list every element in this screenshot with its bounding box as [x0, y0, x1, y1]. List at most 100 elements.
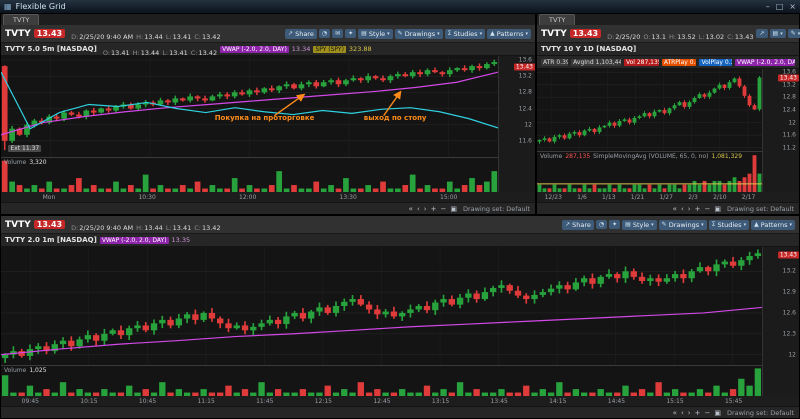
drawing-set-label[interactable]: Drawing set: Default [727, 409, 794, 417]
zoom-out-icon[interactable]: − [704, 205, 710, 213]
volume-pane-5m[interactable]: Volume 3,320 [1, 158, 498, 192]
maximize-button[interactable]: □ [776, 2, 784, 11]
tab-tvty[interactable]: TVTY [3, 14, 39, 25]
alerts-button[interactable]: ◔ [596, 220, 607, 229]
annotation-stop-text[interactable]: выход по стопу [364, 114, 427, 122]
volume-bars-5m[interactable] [1, 158, 498, 192]
field-value: 13.44 [144, 224, 163, 232]
pan-left-icon[interactable]: ‹ [681, 409, 684, 417]
studies-button[interactable]: ΣStudies▾ [709, 220, 749, 230]
volume-bars-1m[interactable] [1, 366, 762, 396]
triangle-icon: ▲ [490, 30, 495, 37]
panel-a-plot: Покупка на проторговке выход по стопу Ex… [1, 56, 498, 192]
price-axis-daily[interactable]: 13.4313.613.212.812.41211.611.2 [762, 69, 799, 192]
tab-tvty[interactable]: TVTY [539, 14, 575, 25]
field-value: 2/25/20 [615, 33, 640, 41]
panel-a-chart-area: Покупка на проторговке выход по стопу Ex… [1, 56, 535, 192]
analyze-button[interactable]: ✦ [345, 29, 356, 38]
zoom-out-icon[interactable]: − [704, 409, 710, 417]
study-badge[interactable]: AvgInd 1,103,443 [571, 59, 621, 66]
pan-fast-left-icon[interactable]: « [673, 205, 677, 213]
study-badge[interactable]: VWAP (-2.0, 2.0, DAY) [735, 59, 795, 66]
panel-a-toolbar: TVTY 13.43 D:2/25/20 9:40 AMH:13.44L:13.… [1, 25, 535, 43]
app-grid-icon: ▦ [4, 2, 12, 11]
time-axis-5m[interactable]: Mon10:3012:0013:3015:00 [1, 192, 535, 202]
annotation-buy-text[interactable]: Покупка на проторговке [215, 114, 315, 122]
zoom-in-icon[interactable]: + [695, 205, 701, 213]
volume-label-group: Volume 287,135 SimpleMovingAvg (VOLUME, … [540, 153, 742, 160]
study-badge[interactable]: Vol 287,135 [624, 59, 659, 66]
price-axis-1m[interactable]: 13.4313.212.912.612.312 [762, 247, 799, 396]
pan-left-icon[interactable]: ‹ [681, 205, 684, 213]
drawings-button[interactable]: ✎▾ [788, 29, 800, 38]
price-pane-5m[interactable]: Покупка на проторговке выход по стопу Ex… [1, 56, 498, 158]
alerts-button[interactable]: ◔ [319, 29, 330, 38]
candlestick-chart-daily[interactable] [537, 69, 762, 151]
fit-chart-icon[interactable]: ▣ [450, 205, 457, 213]
spy-compare-chip[interactable]: SPY (SPY) [313, 46, 346, 53]
panel-c-status-row: TVTY 2.0 1m [NASDAQ] VWAP (-2.0, 2.0, DA… [1, 234, 799, 247]
volume-axis-spacer [763, 365, 799, 396]
time-axis-1m[interactable]: 09:4510:1510:4511:1511:4512:1512:4513:15… [1, 396, 799, 406]
time-axis-tick: 13:15 [432, 398, 449, 405]
patterns-button[interactable]: ▲Patterns▾ [751, 220, 795, 230]
time-axis-tick: 1/21 [631, 194, 644, 201]
field-label: C: [194, 224, 201, 232]
price-axis-5m[interactable]: 13.4313.613.212.812.41211.6 [498, 56, 535, 192]
analyze-button[interactable]: ✦ [609, 220, 620, 229]
zoom-in-icon[interactable]: + [431, 205, 437, 213]
style-icon: ▤ [625, 221, 631, 228]
chevron-down-icon: ▾ [744, 222, 747, 228]
panel-b-toolbar-buttons: ↗ ▤▾ ✎▾ Σ▾ [756, 29, 800, 38]
minimize-button[interactable]: – [766, 2, 770, 11]
close-button[interactable]: × [789, 2, 796, 11]
vwap-study-chip[interactable]: VWAP (-2.0, 2.0, DAY) [220, 46, 289, 53]
time-axis-daily[interactable]: 12/231/61/131/211/272/32/102/17 [537, 192, 799, 202]
beaker-icon: ✦ [612, 221, 617, 228]
drawing-set-label[interactable]: Drawing set: Default [463, 205, 530, 213]
triangle-icon: ▲ [754, 221, 759, 228]
drawings-button[interactable]: ✎Drawings▾ [395, 29, 443, 39]
pan-fast-left-icon[interactable]: « [409, 205, 413, 213]
price-pane-1m[interactable] [1, 247, 762, 366]
style-icon: ▤ [361, 30, 367, 37]
symbol-input[interactable]: TVTY [5, 29, 31, 39]
symbol-input[interactable]: TVTY [5, 220, 31, 230]
pan-right-icon[interactable]: › [688, 205, 691, 213]
pencil-icon: ✎ [662, 221, 667, 228]
patterns-button[interactable]: ▲Patterns▾ [487, 29, 531, 39]
share-button[interactable]: ↗Share [285, 29, 317, 39]
pan-left-icon[interactable]: ‹ [417, 205, 420, 213]
price-pane-daily[interactable] [537, 69, 762, 152]
zoom-in-icon[interactable]: + [695, 409, 701, 417]
share-button[interactable]: ↗Share [562, 220, 594, 230]
panel-b-plot: Volume 287,135 SimpleMovingAvg (VOLUME, … [537, 69, 762, 192]
symbol-input[interactable]: TVTY [541, 29, 567, 39]
pan-fast-left-icon[interactable]: « [673, 409, 677, 417]
volume-pane-1m[interactable]: Volume 1,025 [1, 366, 762, 396]
study-badge[interactable]: ATRPlay 0.4 [662, 59, 697, 66]
price-axis-tick: 11.6 [783, 132, 796, 139]
pan-right-icon[interactable]: › [688, 409, 691, 417]
candlestick-chart-1m[interactable] [1, 247, 762, 365]
volume-pane-daily[interactable]: Volume 287,135 SimpleMovingAvg (VOLUME, … [537, 152, 762, 192]
style-button[interactable]: ▤Style▾ [358, 29, 393, 39]
chat-button[interactable]: ✉ [332, 29, 343, 38]
fit-chart-icon[interactable]: ▣ [714, 205, 721, 213]
chart-title: TVTY 2.0 1m [NASDAQ] [5, 236, 97, 244]
vwap-value: 13.35 [172, 236, 191, 244]
share-button[interactable]: ↗ [756, 29, 767, 38]
zoom-out-icon[interactable]: − [440, 205, 446, 213]
style-button[interactable]: ▤Style▾ [622, 220, 657, 230]
chevron-down-icon: ▾ [780, 31, 783, 37]
time-axis-tick: 15:45 [725, 398, 742, 405]
study-badge[interactable]: ATR 0.39 [541, 59, 568, 66]
studies-button[interactable]: ΣStudies▾ [445, 29, 485, 39]
pan-right-icon[interactable]: › [424, 205, 427, 213]
study-badge[interactable]: VolPlay 0.3 [699, 59, 732, 66]
fit-chart-icon[interactable]: ▣ [714, 409, 721, 417]
style-button[interactable]: ▤▾ [770, 29, 786, 38]
drawing-set-label[interactable]: Drawing set: Default [727, 205, 794, 213]
vwap-study-chip[interactable]: VWAP (-2.0, 2.0, DAY) [100, 237, 169, 244]
drawings-button[interactable]: ✎Drawings▾ [659, 220, 707, 230]
